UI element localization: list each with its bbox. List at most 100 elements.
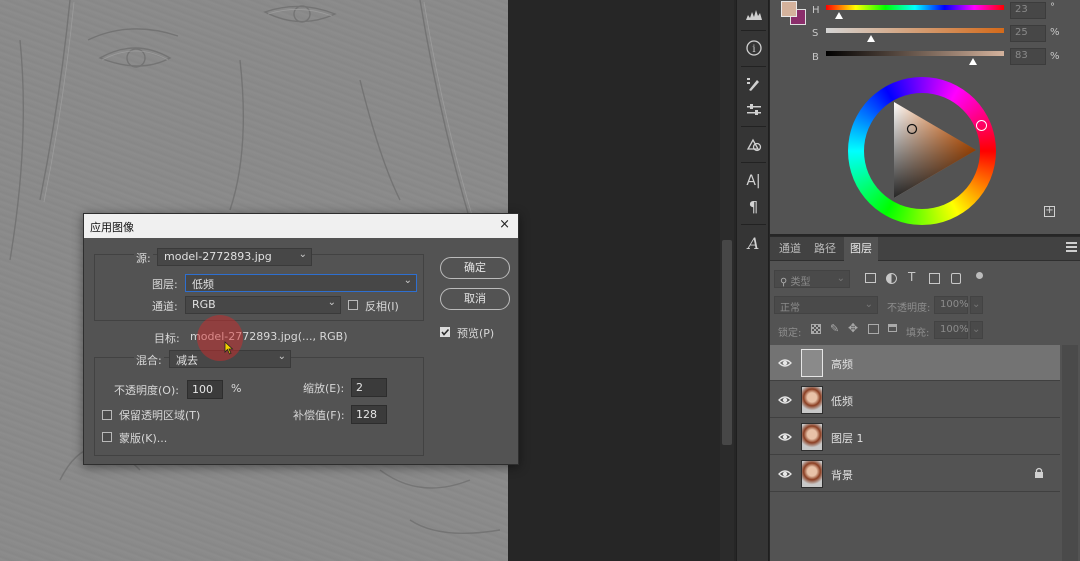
tab-layers[interactable]: 图层 bbox=[844, 237, 878, 261]
brightness-value[interactable]: 83 bbox=[1010, 48, 1046, 65]
layer-name[interactable]: 低频 bbox=[831, 393, 853, 409]
tab-paths[interactable]: 路径 bbox=[808, 237, 842, 261]
filter-toggle-icon[interactable] bbox=[976, 272, 983, 279]
foreground-color-swatch[interactable] bbox=[781, 1, 797, 17]
brightness-unit: % bbox=[1050, 51, 1060, 62]
brush-settings-icon[interactable] bbox=[738, 72, 769, 98]
character-icon[interactable]: A| bbox=[738, 168, 769, 194]
layer-opacity-dropdown[interactable]: ⌄ bbox=[970, 296, 983, 314]
layer-name[interactable]: 背景 bbox=[831, 467, 853, 483]
glyphs-icon[interactable]: A bbox=[738, 230, 769, 256]
eye-icon[interactable] bbox=[778, 431, 792, 443]
eye-icon[interactable] bbox=[778, 394, 792, 406]
filter-shape-icon[interactable] bbox=[929, 273, 940, 284]
channel-label: 通道: bbox=[152, 300, 178, 313]
source-select[interactable]: model-2772893.jpg ⌄ bbox=[157, 248, 312, 266]
preserve-transparency-checkbox[interactable] bbox=[102, 410, 112, 420]
saturation-label: S bbox=[812, 28, 819, 39]
canvas-pasteboard bbox=[508, 0, 720, 561]
blend-mode-select[interactable]: 正常 ⌄ bbox=[774, 296, 878, 314]
histogram-icon[interactable] bbox=[738, 2, 769, 28]
layer-row-background[interactable]: 背景 bbox=[770, 456, 1060, 492]
invert-checkbox[interactable] bbox=[348, 300, 358, 310]
hue-label: H bbox=[812, 5, 820, 16]
panel-expand-icon[interactable]: + bbox=[1044, 206, 1055, 217]
lock-artboard-icon[interactable] bbox=[868, 324, 879, 334]
preserve-transparency-label[interactable]: 保留透明区域(T) bbox=[119, 407, 200, 423]
filter-type-icon[interactable]: T bbox=[908, 270, 915, 284]
offset-input[interactable]: 128 bbox=[351, 405, 387, 424]
filter-adjustment-icon[interactable] bbox=[886, 273, 897, 284]
layers-scrollbar[interactable] bbox=[1062, 345, 1078, 561]
mask-checkbox[interactable] bbox=[102, 432, 112, 442]
channel-select[interactable]: RGB ⌄ bbox=[185, 296, 341, 314]
dialog-titlebar[interactable]: 应用图像 × bbox=[84, 214, 518, 238]
hue-unit: ° bbox=[1050, 2, 1055, 13]
layer-name[interactable]: 图层 1 bbox=[831, 430, 864, 446]
fill-input[interactable]: 100% bbox=[934, 321, 969, 339]
layer-name[interactable]: 高频 bbox=[831, 356, 853, 372]
saturation-value[interactable]: 25 bbox=[1010, 25, 1046, 42]
glyphs-glyph: A bbox=[747, 233, 760, 253]
info-icon[interactable]: i bbox=[738, 35, 769, 61]
tab-channels[interactable]: 通道 bbox=[773, 237, 807, 261]
scale-label: 缩放(E): bbox=[303, 382, 345, 395]
layer-opacity-label: 不透明度: bbox=[887, 303, 931, 314]
brightness-label: B bbox=[812, 52, 819, 63]
fill-dropdown[interactable]: ⌄ bbox=[970, 321, 983, 339]
svg-text:i: i bbox=[752, 44, 755, 55]
color-triangle[interactable] bbox=[864, 93, 980, 209]
blending-value: 减去 bbox=[176, 354, 198, 367]
hue-ring-marker[interactable] bbox=[976, 120, 987, 131]
paragraph-icon[interactable]: ¶ bbox=[738, 194, 769, 220]
panel-menu-icon[interactable] bbox=[1066, 242, 1077, 252]
ok-button[interactable]: 确定 bbox=[440, 257, 510, 279]
invert-label[interactable]: 反相(I) bbox=[365, 298, 399, 314]
layer-row-high-frequency[interactable]: 高频 bbox=[770, 345, 1060, 381]
opacity-label: 不透明度(O): bbox=[114, 384, 179, 397]
mask-label[interactable]: 蒙版(K)... bbox=[119, 430, 167, 446]
layer-select[interactable]: 低频 ⌄ bbox=[185, 274, 417, 292]
layer-row-low-frequency[interactable]: 低频 bbox=[770, 382, 1060, 418]
layers-panel: 通道 路径 图层 ⚲ 类型 ⌄ T 正常 ⌄ 不透明度: 100% ⌄ 锁定: ✎ … bbox=[770, 236, 1080, 561]
channel-value: RGB bbox=[192, 298, 216, 311]
shapes-icon[interactable] bbox=[738, 132, 769, 158]
chevron-down-icon: ⌄ bbox=[277, 351, 286, 362]
close-icon[interactable]: × bbox=[499, 217, 510, 232]
brightness-slider-thumb[interactable] bbox=[969, 58, 977, 65]
adjustments-icon[interactable] bbox=[738, 97, 769, 123]
apply-image-dialog: 应用图像 × 源: model-2772893.jpg ⌄ 图层: 低频 ⌄ 通道:… bbox=[83, 213, 519, 465]
chevron-down-icon: ⌄ bbox=[403, 275, 412, 286]
brightness-slider[interactable] bbox=[826, 51, 1004, 56]
filter-pixel-icon[interactable] bbox=[865, 273, 876, 283]
opacity-input[interactable]: 100 bbox=[187, 380, 223, 399]
lock-icon[interactable] bbox=[1034, 467, 1044, 479]
eye-icon[interactable] bbox=[778, 357, 792, 369]
hue-slider-thumb[interactable] bbox=[835, 12, 843, 19]
lock-image-icon[interactable]: ✎ bbox=[830, 322, 839, 335]
preview-checkbox[interactable] bbox=[440, 327, 450, 337]
eye-icon[interactable] bbox=[778, 468, 792, 480]
color-panel: H 23 ° S 25 % B 83 % + bbox=[770, 0, 1080, 234]
blend-mode-value: 正常 bbox=[780, 303, 800, 314]
layer-opacity-input[interactable]: 100% bbox=[934, 296, 969, 314]
layer-thumbnail bbox=[801, 386, 823, 414]
hue-value[interactable]: 23 bbox=[1010, 2, 1046, 19]
layer-value: 低频 bbox=[192, 278, 214, 291]
character-glyph: A| bbox=[746, 173, 761, 189]
lock-position-icon[interactable]: ✥ bbox=[848, 321, 858, 335]
panel-tab-bar: 通道 路径 图层 bbox=[770, 237, 1080, 261]
hue-slider[interactable] bbox=[826, 5, 1004, 10]
lock-all-icon[interactable] bbox=[888, 324, 897, 332]
preview-label[interactable]: 预览(P) bbox=[457, 325, 494, 341]
saturation-slider[interactable] bbox=[826, 28, 1004, 33]
layer-filter-select[interactable]: ⚲ 类型 ⌄ bbox=[774, 270, 850, 288]
scrollbar-thumb[interactable] bbox=[722, 240, 732, 445]
saturation-slider-thumb[interactable] bbox=[867, 35, 875, 42]
scale-input[interactable]: 2 bbox=[351, 378, 387, 397]
filter-smart-object-icon[interactable] bbox=[951, 273, 961, 284]
cancel-button[interactable]: 取消 bbox=[440, 288, 510, 310]
lock-transparent-icon[interactable] bbox=[811, 324, 821, 334]
target-label: 目标: bbox=[154, 332, 180, 345]
layer-row-layer-1[interactable]: 图层 1 bbox=[770, 419, 1060, 455]
